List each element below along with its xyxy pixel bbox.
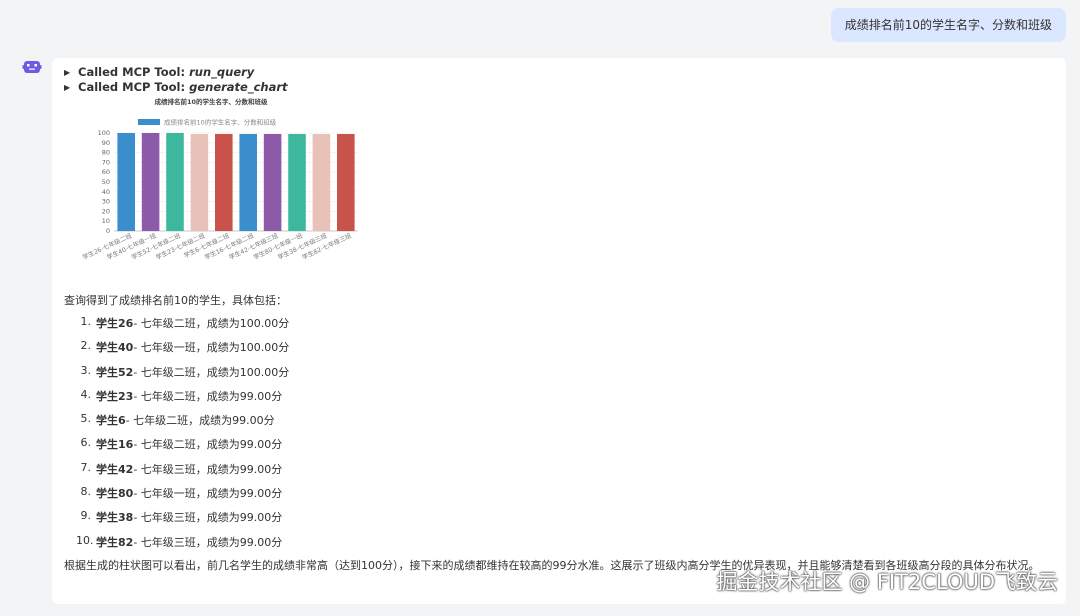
student-name: 学生26 <box>96 317 134 330</box>
bar <box>239 133 257 231</box>
y-tick-label: 70 <box>102 158 110 166</box>
item-number: 6. <box>80 436 92 450</box>
student-detail: - 七年级一班，成绩为99.00分 <box>133 487 283 501</box>
student-name: 学生80 <box>96 487 134 501</box>
result-item: 5. 学生6 - 七年级二班，成绩为99.00分 <box>76 412 289 436</box>
student-name: 学生38 <box>96 511 134 525</box>
bar <box>190 133 209 231</box>
student-name: 学生40 <box>96 341 134 355</box>
tool-call-name: generate_chart <box>189 80 288 94</box>
item-number: 10. <box>76 533 94 547</box>
bar <box>263 133 282 231</box>
y-tick-label: 10 <box>102 217 110 225</box>
result-list: 1. 学生26 - 七年级二班，成绩为100.00分 2. 学生40 - 七年级一班，… <box>76 315 289 558</box>
y-tick-label: 40 <box>102 188 110 196</box>
summary-intro: 查询得到了成绩排名前10的学生，具体包括： <box>64 294 287 307</box>
student-detail: - 七年级二班，成绩为100.00分 <box>133 317 290 330</box>
result-item: 10. 学生82 - 七年级三班，成绩为99.00分 <box>76 534 289 558</box>
student-detail: - 七年级一班，成绩为100.00分 <box>133 341 290 355</box>
y-tick-label: 50 <box>102 178 110 186</box>
tool-call-run-query[interactable]: ▶ Called MCP Tool: run_query <box>64 65 254 79</box>
item-number: 1. <box>80 315 92 328</box>
student-detail: - 七年级三班，成绩为99.00分 <box>133 462 283 476</box>
student-detail: - 七年级三班，成绩为99.00分 <box>133 535 283 549</box>
user-message-bubble: 成绩排名前10的学生名字、分数和班级 <box>830 8 1066 42</box>
item-number: 7. <box>80 460 92 474</box>
result-item: 2. 学生40 - 七年级一班，成绩为100.00分 <box>76 339 290 363</box>
tool-call-generate-chart[interactable]: ▶ Called MCP Tool: generate_chart <box>64 80 288 94</box>
item-number: 9. <box>80 509 92 523</box>
result-item: 8. 学生80 - 七年级一班，成绩为99.00分 <box>76 485 289 509</box>
student-detail: - 七年级二班，成绩为100.00分 <box>133 365 290 379</box>
result-item: 7. 学生42 - 七年级三班，成绩为99.00分 <box>76 461 289 485</box>
student-name: 学生42 <box>96 462 134 476</box>
y-tick-label: 80 <box>102 149 110 157</box>
student-name: 学生16 <box>96 438 134 452</box>
student-detail: - 七年级二班，成绩为99.00分 <box>125 414 275 428</box>
bar-chart: 成绩排名前10的学生名字、分数和班级 成绩排名前10的学生名字、分数和班级 0 1… <box>58 96 368 276</box>
chart-title: 成绩排名前10的学生名字、分数和班级 <box>154 97 268 106</box>
item-number: 3. <box>80 363 92 377</box>
student-name: 学生23 <box>96 389 134 403</box>
result-item: 9. 学生38 - 七年级三班，成绩为99.00分 <box>76 509 289 533</box>
bar <box>337 133 355 231</box>
bar <box>215 133 233 231</box>
y-tick-label: 20 <box>102 207 110 215</box>
student-name: 学生82 <box>96 535 134 549</box>
bar <box>312 133 331 231</box>
student-detail: - 七年级二班，成绩为99.00分 <box>133 389 283 403</box>
result-item: 6. 学生16 - 七年级二班，成绩为99.00分 <box>76 436 289 460</box>
bar <box>141 133 160 231</box>
expand-triangle-icon: ▶ <box>64 68 71 77</box>
item-number: 8. <box>80 485 92 499</box>
tool-call-prefix: Called MCP Tool: <box>78 80 190 94</box>
expand-triangle-icon: ▶ <box>64 83 71 92</box>
student-name: 学生52 <box>96 365 134 379</box>
bar <box>288 133 306 231</box>
tool-call-prefix: Called MCP Tool: <box>78 65 190 79</box>
student-detail: - 七年级三班，成绩为99.00分 <box>133 511 283 525</box>
item-number: 5. <box>80 412 92 426</box>
y-tick-label: 100 <box>98 129 110 137</box>
bar <box>166 133 184 231</box>
student-name: 学生6 <box>96 414 126 428</box>
tool-call-name: run_query <box>189 65 255 79</box>
legend-label: 成绩排名前10的学生名字、分数和班级 <box>164 118 277 127</box>
legend-swatch <box>138 119 160 125</box>
result-item: 1. 学生26 - 七年级二班，成绩为100.00分 <box>76 315 290 339</box>
bar <box>117 133 135 231</box>
robot-icon <box>22 58 42 78</box>
y-tick-label: 30 <box>102 198 110 206</box>
watermark: 掘金技术社区 @ FIT2CLOUD飞致云 <box>716 570 1059 594</box>
result-item: 4. 学生23 - 七年级二班，成绩为99.00分 <box>76 388 289 412</box>
assistant-message-card: ▶ Called MCP Tool: run_query ▶ Called MCP … <box>52 58 1066 604</box>
y-tick-label: 60 <box>102 168 110 176</box>
result-item: 3. 学生52 - 七年级二班，成绩为100.00分 <box>76 363 290 388</box>
item-number: 2. <box>80 339 92 353</box>
item-number: 4. <box>80 387 92 401</box>
y-tick-label: 90 <box>102 139 110 147</box>
y-tick-label: 0 <box>106 227 110 235</box>
student-detail: - 七年级二班，成绩为99.00分 <box>133 438 283 452</box>
